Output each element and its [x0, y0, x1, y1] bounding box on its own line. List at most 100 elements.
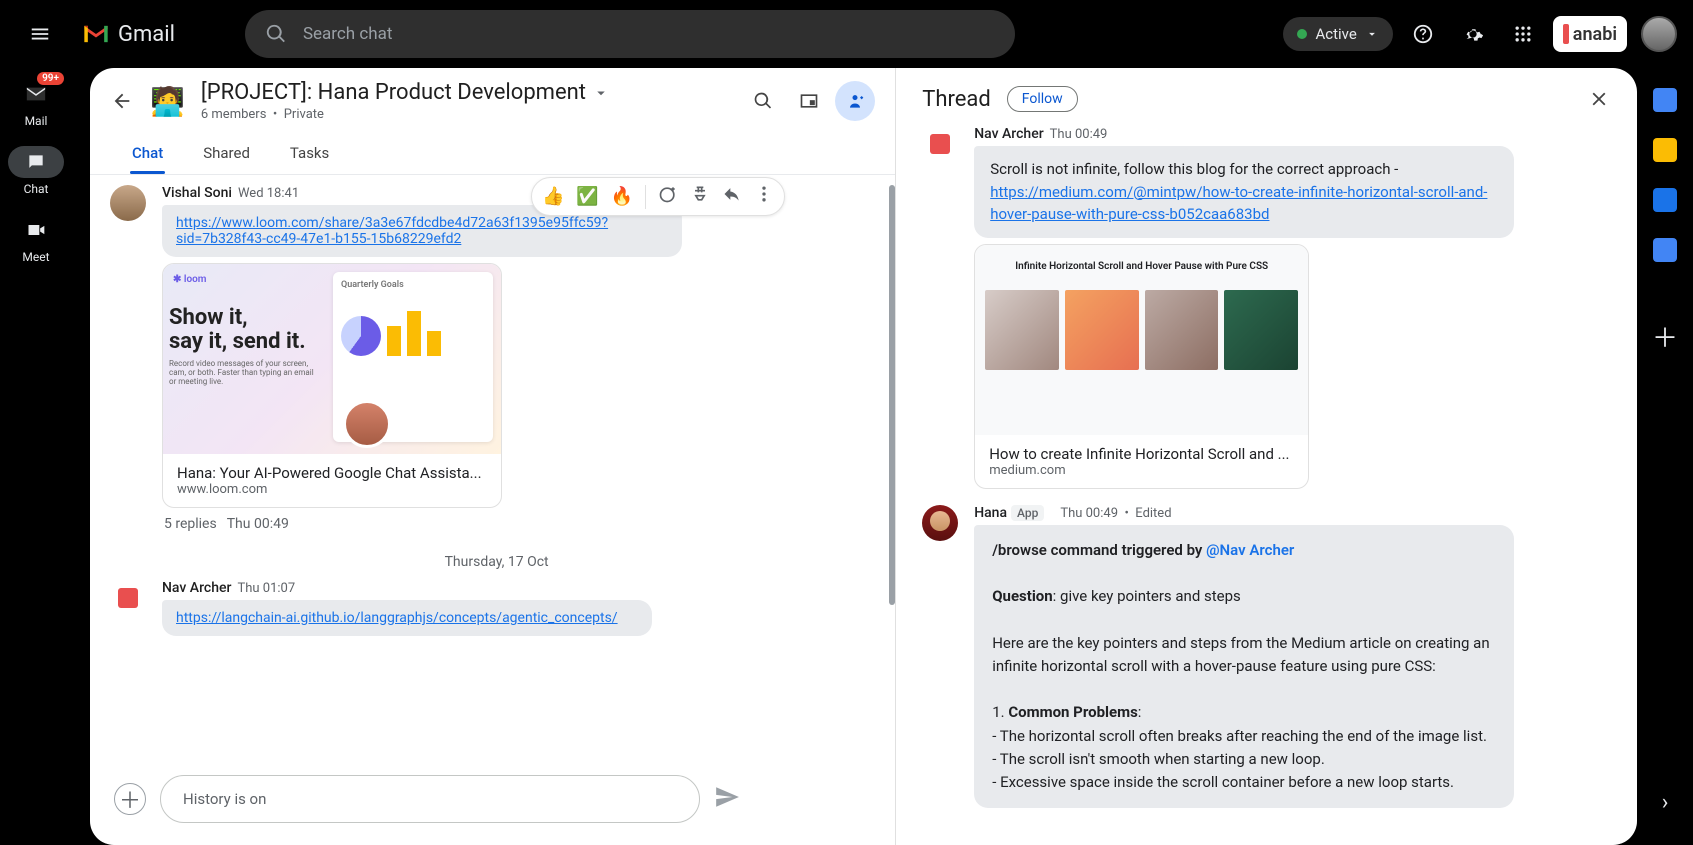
help-button[interactable] [1403, 14, 1443, 54]
chat-icon [26, 152, 46, 172]
tasks-addon[interactable] [1653, 188, 1677, 212]
user-mention[interactable]: @Nav Archer [1206, 541, 1294, 559]
people-icon [845, 91, 865, 111]
gear-icon [1462, 23, 1484, 45]
scrollbar[interactable] [889, 185, 895, 605]
nav-chat[interactable]: Chat [8, 146, 64, 196]
message-row: Vishal SoniWed 18:41 https://www.loom.co… [110, 185, 883, 532]
search-icon [753, 91, 773, 111]
question-text: : give key pointers and steps [1053, 587, 1241, 605]
composer-input[interactable]: History is on [160, 775, 700, 823]
search-in-space-button[interactable] [743, 81, 783, 121]
tab-tasks[interactable]: Tasks [288, 134, 331, 174]
present-icon [799, 92, 819, 110]
contacts-addon[interactable] [1653, 238, 1677, 262]
left-nav-rail: 99+ Mail Chat Meet [0, 68, 72, 845]
status-dot-icon [1297, 29, 1307, 39]
thread-column: Thread Follow Nav ArcherThu 00:49 Scroll… [896, 68, 1637, 845]
avatar[interactable] [922, 126, 958, 162]
space-emoji: 🧑‍💻 [150, 85, 185, 118]
members-button[interactable] [835, 81, 875, 121]
top-right-controls: Active anabi [1283, 14, 1677, 54]
avatar[interactable] [110, 580, 146, 616]
gmail-icon [82, 23, 110, 45]
back-button[interactable] [110, 89, 134, 113]
nav-meet-label: Meet [22, 250, 49, 264]
search-bar[interactable] [245, 10, 1015, 58]
close-thread-button[interactable] [1587, 87, 1611, 111]
gmail-brand[interactable]: Gmail [82, 22, 175, 47]
search-input[interactable] [303, 24, 995, 44]
nav-meet[interactable]: Meet [8, 214, 64, 264]
thread-reply-button[interactable] [690, 184, 710, 209]
preview-title: Hana: Your AI-Powered Google Chat Assist… [177, 464, 487, 482]
bot-logo-icon [930, 134, 950, 154]
add-reaction-button[interactable] [658, 184, 678, 209]
preview-image: ✱ loom Show it, say it, send it. Record … [163, 264, 501, 454]
get-addons-button[interactable]: ＋ [1652, 318, 1678, 355]
command-text: /browse command triggered by [992, 541, 1206, 559]
preview-image: Infinite Horizontal Scroll and Hover Pau… [975, 245, 1308, 435]
link-preview-card[interactable]: Infinite Horizontal Scroll and Hover Pau… [974, 244, 1309, 489]
list-item: - Excessive space inside the scroll cont… [992, 771, 1496, 794]
preview-title: How to create Infinite Horizontal Scroll… [989, 445, 1294, 463]
message-list[interactable]: 👍 ✅ 🔥 Vishal SoniWed 18:41 https://www.l… [90, 175, 895, 761]
thread-message: Nav ArcherThu 00:49 Scroll is not infini… [922, 126, 1611, 489]
send-button[interactable] [714, 784, 740, 814]
composer: ＋ History is on [90, 761, 895, 845]
message-bubble: https://langchain-ai.github.io/langgraph… [162, 600, 652, 636]
thread-messages[interactable]: Nav ArcherThu 00:49 Scroll is not infini… [896, 120, 1637, 845]
nav-mail[interactable]: 99+ Mail [8, 78, 64, 128]
status-label: Active [1315, 25, 1356, 43]
keep-addon[interactable] [1653, 138, 1677, 162]
account-avatar[interactable] [1641, 16, 1677, 52]
list-item: - The scroll isn't smooth when starting … [992, 748, 1496, 771]
link-preview-card[interactable]: ✱ loom Show it, say it, send it. Record … [162, 263, 502, 508]
replies-count: 5 replies [164, 516, 217, 532]
apps-button[interactable] [1503, 14, 1543, 54]
side-panel-rail: ＋ › [1637, 68, 1693, 845]
preview-domain: www.loom.com [177, 482, 487, 497]
message-link[interactable]: https://langchain-ai.github.io/langgraph… [176, 610, 618, 626]
more-vert-icon [754, 184, 774, 204]
reaction-thumbs-up[interactable]: 👍 [542, 186, 564, 207]
replies-summary[interactable]: 5 replies Thu 00:49 [162, 516, 883, 532]
message-link[interactable]: https://medium.com/@mintpw/how-to-create… [990, 183, 1487, 224]
chat-tabs: Chat Shared Tasks [90, 134, 895, 175]
thread-header: Thread Follow [896, 68, 1637, 120]
avatar[interactable] [922, 505, 958, 541]
side-panel-expand[interactable]: › [1662, 790, 1669, 815]
message-link[interactable]: https://www.loom.com/share/3a3e67fdcdbe4… [176, 215, 608, 247]
space-title[interactable]: [PROJECT]: Hana Product Development [201, 80, 727, 105]
avatar[interactable] [110, 185, 146, 221]
preview-domain: medium.com [989, 463, 1294, 478]
message-time: Thu 00:49 [1050, 127, 1108, 142]
message-bubble: /browse command triggered by @Nav Archer… [974, 525, 1514, 809]
calendar-addon[interactable] [1653, 88, 1677, 112]
settings-button[interactable] [1453, 14, 1493, 54]
composer-add-button[interactable]: ＋ [114, 783, 146, 815]
mail-badge: 99+ [37, 72, 64, 85]
date-separator: Thursday, 17 Oct [110, 554, 883, 570]
app-chip: App [1011, 505, 1044, 521]
tab-chat[interactable]: Chat [130, 134, 165, 174]
follow-button[interactable]: Follow [1007, 86, 1078, 112]
reply-button[interactable] [722, 184, 742, 209]
present-button[interactable] [789, 81, 829, 121]
reply-icon [722, 184, 742, 204]
main-menu-button[interactable] [16, 10, 64, 58]
apps-icon [1513, 24, 1533, 44]
mail-icon [25, 85, 47, 103]
org-chip[interactable]: anabi [1553, 16, 1627, 52]
bot-logo-icon [118, 588, 138, 608]
tab-shared[interactable]: Shared [201, 134, 252, 174]
message-time: Thu 00:49 • Edited [1054, 506, 1172, 521]
reaction-check[interactable]: ✅ [576, 186, 598, 207]
nav-chat-label: Chat [24, 182, 49, 196]
more-actions-button[interactable] [754, 184, 774, 209]
space-subtitle: 6 members • Private [201, 107, 727, 122]
reaction-fire[interactable]: 🔥 [611, 186, 633, 207]
status-chip[interactable]: Active [1283, 17, 1392, 51]
message-time: Thu 01:07 [237, 581, 295, 596]
org-icon [1563, 24, 1569, 44]
